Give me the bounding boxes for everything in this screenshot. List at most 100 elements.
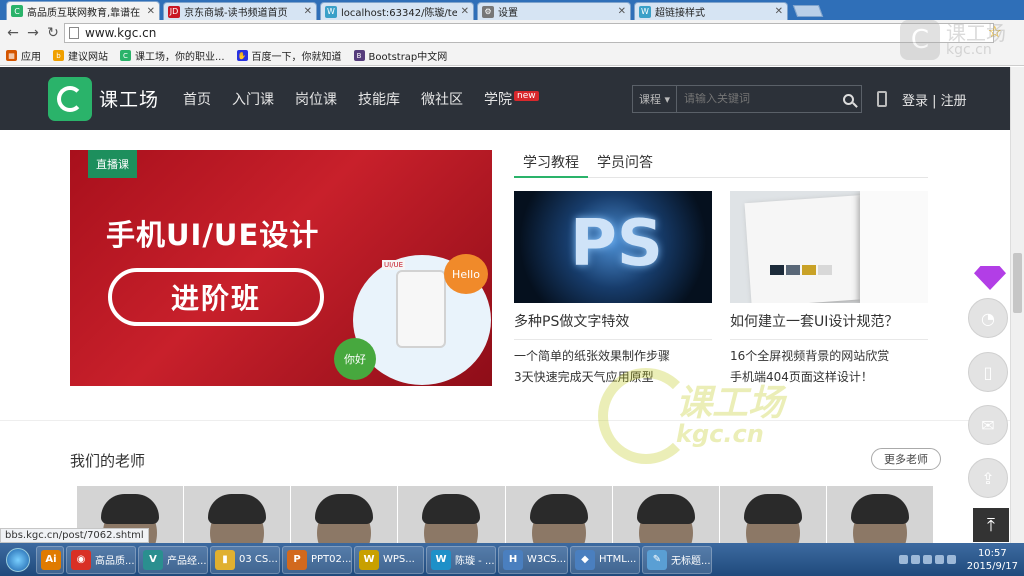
html-doc-icon: ◆ (575, 549, 595, 570)
search-category-select[interactable]: 课程 ▾ (633, 86, 677, 112)
page-scrollbar[interactable] (1010, 67, 1024, 543)
corner-watermark: C 课工场 kgc.cn (900, 20, 1006, 60)
qq-chat-icon[interactable]: ◔ (968, 298, 1008, 338)
flag-icon[interactable] (934, 555, 944, 564)
taskbar-item[interactable]: ▮ 03 CS... (210, 545, 280, 574)
login-register-link[interactable]: 登录 | 注册 (902, 90, 967, 109)
course-banner[interactable]: 直播课 手机UI/UE设计 进阶班 UI/UE Hello 你好 (70, 150, 492, 386)
paint-icon: ✎ (647, 549, 667, 570)
bookmark-item[interactable]: B Bootstrap中文网 (353, 48, 447, 63)
mobile-app-icon[interactable]: ▯ (968, 352, 1008, 392)
style-guide-page-illustration (744, 195, 870, 303)
reload-icon[interactable]: ↻ (44, 24, 62, 42)
baidu-paw-icon: ✋ (236, 50, 248, 61)
browser-tab[interactable]: C 高品质互联网教育,靠谱在 ✕ (6, 1, 160, 20)
upload-share-icon[interactable]: ⇪ (968, 458, 1008, 498)
site-logo[interactable]: 课工场 (48, 76, 159, 121)
nav-item-home[interactable]: 首页 (183, 89, 211, 109)
color-swatch (818, 265, 832, 275)
browser-tab-bar: C 高品质互联网教育,靠谱在 ✕ JD 京东商城-读书频道首页 ✕ Wlocalhost:6… (0, 0, 1024, 20)
browser-tab[interactable]: ⚙ 设置 ✕ (477, 2, 631, 20)
bing-icon: b (53, 50, 64, 61)
hair-placeholder (850, 494, 909, 524)
clock[interactable]: 10:57 2015/9/17 (967, 547, 1018, 573)
kgc-favicon-icon: C (11, 5, 23, 17)
system-tray: 10:57 2015/9/17 (898, 543, 1018, 576)
close-icon[interactable]: ✕ (147, 6, 155, 17)
ui-style-guide-thumbnail[interactable] (730, 191, 928, 303)
taskbar-item[interactable]: ◆ HTML... (570, 545, 640, 574)
taskbar-item[interactable]: W 陈璇 - ... (426, 545, 496, 574)
teacher-photo[interactable] (826, 486, 933, 544)
teacher-photo[interactable] (398, 486, 505, 544)
tutorial-card-title[interactable]: 如何建立一套UI设计规范？ (730, 311, 928, 333)
taskbar-item[interactable]: Ai (36, 545, 64, 574)
more-teachers-button[interactable]: 更多老师 (871, 448, 941, 470)
hello-bubble: Hello (444, 254, 488, 294)
diamond-gem-icon[interactable] (970, 262, 1010, 292)
address-bar-row: ← → ↻ www.kgc.cn (0, 20, 1024, 46)
bookmark-item[interactable]: b 建议网站 (53, 48, 108, 63)
network-icon[interactable] (910, 555, 920, 564)
tab-qa[interactable]: 学员问答 (588, 150, 662, 178)
tutorial-link[interactable]: 手机端404页面这样设计！ (730, 367, 928, 388)
close-icon[interactable]: ✕ (304, 6, 312, 17)
inbox-icon[interactable]: ✉ (968, 405, 1008, 445)
new-tab-button[interactable] (792, 5, 824, 17)
nav-item-skill-library[interactable]: 技能库 (358, 89, 400, 109)
bookmark-item[interactable]: ▦ 应用 (6, 48, 41, 63)
volume-icon[interactable] (922, 555, 932, 564)
nav-item-community[interactable]: 微社区 (421, 89, 463, 109)
teacher-photo[interactable] (505, 486, 612, 544)
nav-item-job-courses[interactable]: 岗位课 (295, 89, 337, 109)
search-input[interactable] (677, 93, 835, 105)
bookmark-item[interactable]: C 课工场，你的职业... (120, 48, 225, 63)
nav-item-academy[interactable]: 学院 new (484, 89, 539, 109)
search-icon (842, 93, 854, 105)
taskbar-item[interactable]: ✎ 无标题... (642, 545, 712, 574)
back-to-top-button[interactable]: ⤒ (973, 508, 1009, 542)
taskbar-item[interactable]: H W3CS... (498, 545, 568, 574)
live-course-tag: 直播课 (88, 150, 137, 178)
nav-item-intro-courses[interactable]: 入门课 (232, 89, 274, 109)
banner-pill-label: 进阶班 (108, 268, 324, 326)
webstorm-favicon-icon: W (639, 5, 651, 18)
taskbar-item[interactable]: W WPS... (354, 545, 424, 574)
keyboard-icon[interactable] (898, 555, 908, 564)
taskbar-item[interactable]: V 产品经... (138, 545, 208, 574)
tutorial-link[interactable]: 3天快速完成天气应用原型 (514, 367, 712, 388)
browser-tab[interactable]: JD 京东商城-读书频道首页 ✕ (163, 2, 317, 20)
teacher-photo[interactable] (612, 486, 719, 544)
tutorial-card-title[interactable]: 多种PS做文字特效 (514, 311, 712, 333)
hair-placeholder (208, 494, 267, 524)
tutorial-link[interactable]: 16个全屏视频背景的网站欣赏 (730, 346, 928, 367)
ps-text-effect-thumbnail[interactable]: PS (514, 191, 712, 303)
url-field[interactable]: www.kgc.cn (64, 23, 994, 43)
taskbar-item[interactable]: P PPT02... (282, 545, 352, 574)
hair-placeholder (315, 494, 374, 524)
mobile-phone-icon[interactable] (877, 91, 887, 107)
tab-title: 高品质互联网教育,靠谱在 (27, 7, 141, 19)
nihao-bubble: 你好 (334, 338, 376, 380)
site-header: 课工场 首页 入门课 岗位课 技能库 微社区 学院new 课程 ▾ 登录 | 注… (0, 67, 1010, 130)
scrollbar-thumb[interactable] (1013, 253, 1022, 313)
search-button[interactable] (835, 86, 861, 112)
close-icon[interactable]: ✕ (618, 6, 626, 17)
tab-tutorials[interactable]: 学习教程 (514, 150, 588, 178)
forward-arrow-icon[interactable]: → (24, 24, 42, 42)
teacher-photo[interactable] (184, 486, 291, 544)
taskbar-item-label: 无标题... (671, 556, 711, 567)
browser-tab[interactable]: W 超链接样式 ✕ (634, 2, 788, 20)
close-icon[interactable]: ✕ (775, 6, 783, 17)
tutorial-link[interactable]: 一个简单的纸张效果制作步骤 (514, 346, 712, 367)
shield-icon[interactable] (946, 555, 956, 564)
start-button[interactable] (0, 543, 36, 576)
bookmark-item[interactable]: ✋ 百度一下，你就知道 (236, 48, 342, 63)
teacher-photo[interactable] (291, 486, 398, 544)
close-icon[interactable]: ✕ (461, 6, 469, 17)
back-arrow-icon[interactable]: ← (4, 24, 22, 42)
browser-tab[interactable]: Wlocalhost:63342/陈璇/te ✕ (320, 2, 474, 20)
bookmark-label: 应用 (21, 52, 41, 63)
teacher-photo[interactable] (719, 486, 826, 544)
taskbar-item[interactable]: ◉ 高品质... (66, 545, 136, 574)
